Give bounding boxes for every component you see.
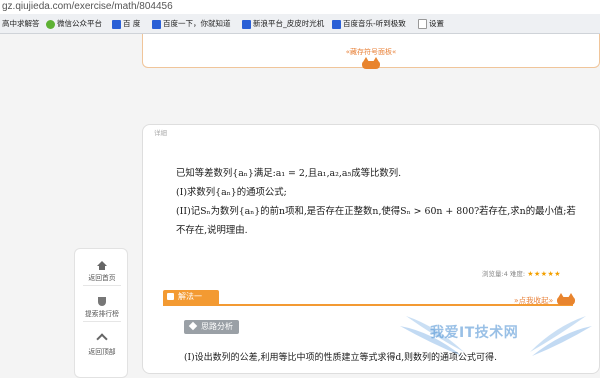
- bookmark-baidu-music[interactable]: 百度音乐-听到极致: [332, 18, 406, 30]
- nav-label: 返回首页: [88, 274, 116, 282]
- collapse-label: «藏存符号面板«: [345, 48, 397, 56]
- solution-divider: [163, 292, 573, 306]
- bookmark-gaozhong[interactable]: 高中求解答: [2, 18, 40, 30]
- bookmark-settings[interactable]: 设置: [418, 18, 444, 30]
- bookmark-label: 百度音乐-听到极致: [343, 19, 406, 28]
- bookmark-label: 新浪平台_皮皮时光机: [253, 19, 325, 28]
- bookmark-label: 百 度: [123, 19, 141, 28]
- home-icon: [97, 261, 107, 270]
- bookmark-label: 百度一下，你就知道: [163, 19, 231, 28]
- page-icon: [418, 19, 427, 29]
- bookmark-label: 设置: [429, 19, 444, 28]
- bookmark-wechat[interactable]: 微信公众平台: [46, 18, 102, 30]
- detail-tag-label: 详細: [154, 129, 167, 137]
- detail-tag: 详細: [152, 127, 169, 137]
- chevron-up-icon: [97, 335, 107, 344]
- difficulty-label: 难度:: [509, 270, 526, 278]
- bookmark-baidu-search[interactable]: 百度一下，你就知道: [152, 18, 231, 30]
- ranking-button[interactable]: 提索排行榜: [75, 297, 129, 318]
- bookmark-sina[interactable]: 新浪平台_皮皮时光机: [242, 18, 324, 30]
- nav-label: 返回顶部: [88, 348, 116, 356]
- watermark-text: 我爱IT技术网: [430, 325, 519, 341]
- tag-icon: [188, 321, 198, 331]
- trophy-icon: [98, 297, 106, 306]
- problem-line: 不存在,说明理由.: [176, 225, 248, 236]
- analysis-label: 思路分析: [201, 322, 233, 331]
- baidu-icon: [112, 19, 121, 29]
- problem-line: (II)记Sₙ为数列{aₙ}的前n项和,是否存在正整数n,使得Sₙ > 60n …: [176, 206, 576, 217]
- wechat-icon: [46, 19, 55, 29]
- problem-meta: 浏览量:4 难度: ★★★★★: [482, 268, 561, 278]
- back-to-top-button[interactable]: 返回顶部: [75, 335, 129, 356]
- gift-icon: [167, 293, 174, 300]
- nav-label: 提索排行榜: [85, 310, 119, 318]
- bookmark-label: 微信公众平台: [57, 19, 102, 28]
- baidu-icon: [332, 19, 341, 29]
- cat-mascot-icon: [362, 57, 380, 69]
- nav-divider: [83, 321, 121, 322]
- fold-label: »点我收起»: [514, 296, 554, 305]
- back-to-home-button[interactable]: 返回首页: [75, 261, 129, 282]
- difficulty-stars: ★★★★★: [527, 270, 562, 278]
- problem-line: (I)求数列{aₙ}的通项公式;: [176, 187, 287, 198]
- solution-tab-label: 解法一: [178, 292, 202, 301]
- bookmark-label: 高中求解答: [2, 19, 40, 28]
- nav-divider: [83, 285, 121, 286]
- address-bar[interactable]: gz.qiujieda.com/exercise/math/804456: [0, 0, 600, 14]
- problem-text: 已知等差数列{aₙ}满足:a₁ = 2,且a₁,a₂,a₅成等比数列. (I)求…: [176, 164, 586, 240]
- bookmark-baidu[interactable]: 百 度: [112, 18, 140, 30]
- tab-solution-1[interactable]: 解法一: [163, 290, 219, 304]
- baidu-icon: [152, 19, 161, 29]
- analysis-badge: 思路分析: [184, 320, 239, 334]
- side-nav: 返回首页 提索排行榜 返回顶部: [74, 248, 128, 378]
- problem-line: 已知等差数列{aₙ}满足:a₁ = 2,且a₁,a₂,a₅成等比数列.: [176, 168, 402, 179]
- cat-mascot-icon: [557, 293, 575, 305]
- baidu-icon: [242, 19, 251, 29]
- views-count: 浏览量:4: [482, 270, 508, 278]
- bookmarks-bar: 高中求解答 微信公众平台 百 度 百度一下，你就知道 新浪平台_皮皮时光机 百度…: [0, 14, 600, 34]
- collapse-solution-button[interactable]: »点我收起»: [514, 295, 553, 306]
